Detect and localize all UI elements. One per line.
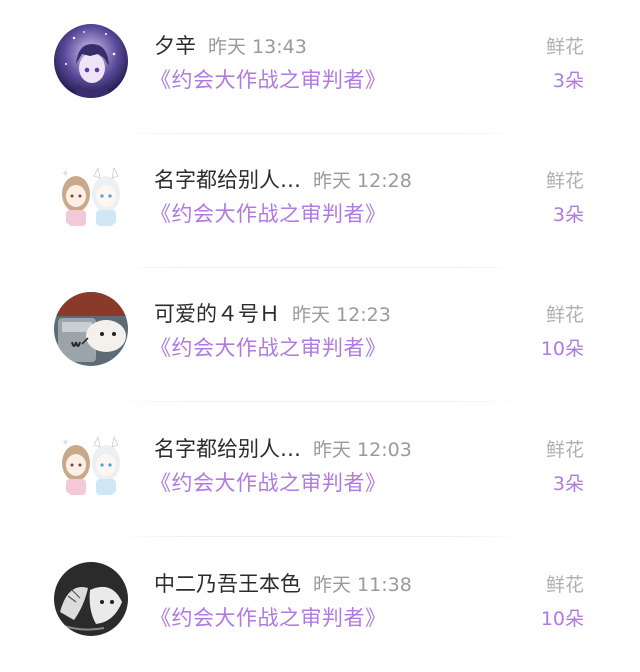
user-name-text: 可爱的４号Ｈ [154,302,280,326]
book-title-link[interactable]: 《约会大作战之审判者》 [150,332,387,362]
user-name-text: 名字都给别人… [154,168,301,192]
avatar[interactable]: ✧ [54,158,128,232]
row-divider [110,536,530,537]
avatar[interactable] [54,562,128,636]
list-item[interactable]: ✧ 名字都给别人… 昨天 12:03 《约会大作战之审判者》 鲜花 3朵 [0,403,640,537]
timestamp: 昨天 12:03 [313,439,412,461]
gift-type-label: 鲜花 [545,574,584,596]
user-name[interactable]: 夕辛 昨天 13:43 [154,30,307,60]
gift-count: 10朵 [540,338,584,360]
svg-text:✧: ✧ [62,438,69,447]
cartoon-meme-avatar-icon [54,292,128,366]
user-name[interactable]: 名字都给别人… 昨天 12:03 [154,433,412,463]
list-item[interactable]: 可爱的４号Ｈ 昨天 12:23 《约会大作战之审判者》 鲜花 10朵 [0,268,640,402]
timestamp: 昨天 12:28 [313,170,412,192]
avatar[interactable] [54,292,128,366]
sketch-anime-avatar-icon [54,562,128,636]
book-title-link[interactable]: 《约会大作战之审判者》 [150,64,387,94]
list-item[interactable]: 中二乃吾王本色 昨天 11:38 《约会大作战之审判者》 鲜花 10朵 [0,538,640,672]
user-name-text: 中二乃吾王本色 [154,572,301,596]
gift-type-label: 鲜花 [545,170,584,192]
timestamp: 昨天 13:43 [208,36,307,58]
book-title-link[interactable]: 《约会大作战之审判者》 [150,198,387,228]
user-name-text: 夕辛 [154,34,196,58]
list-item[interactable]: 夕辛 昨天 13:43 《约会大作战之审判者》 鲜花 3朵 [0,0,640,134]
svg-text:✧: ✧ [62,169,69,178]
book-title-link[interactable]: 《约会大作战之审判者》 [150,602,387,632]
gift-type-label: 鲜花 [545,36,584,58]
two-anime-girls-avatar-icon: ✧ [54,427,128,501]
list-item[interactable]: ✧ 名字都给别人… 昨天 12:28 《约会大作战之审判者》 鲜花 3朵 [0,134,640,268]
timestamp: 昨天 12:23 [292,304,391,326]
gift-count: 3朵 [552,204,584,226]
row-divider [110,401,530,402]
purple-anime-avatar-icon [54,24,128,98]
user-name[interactable]: 名字都给别人… 昨天 12:28 [154,164,412,194]
user-name[interactable]: 可爱的４号Ｈ 昨天 12:23 [154,298,391,328]
two-anime-girls-avatar-icon: ✧ [54,158,128,232]
gift-count: 3朵 [552,70,584,92]
gift-type-label: 鲜花 [545,304,584,326]
user-name[interactable]: 中二乃吾王本色 昨天 11:38 [154,568,412,598]
avatar[interactable] [54,24,128,98]
gift-type-label: 鲜花 [545,439,584,461]
user-name-text: 名字都给别人… [154,437,301,461]
gift-count: 10朵 [540,608,584,630]
timestamp: 昨天 11:38 [313,574,412,596]
gift-count: 3朵 [552,473,584,495]
avatar[interactable]: ✧ [54,427,128,501]
book-title-link[interactable]: 《约会大作战之审判者》 [150,467,387,497]
